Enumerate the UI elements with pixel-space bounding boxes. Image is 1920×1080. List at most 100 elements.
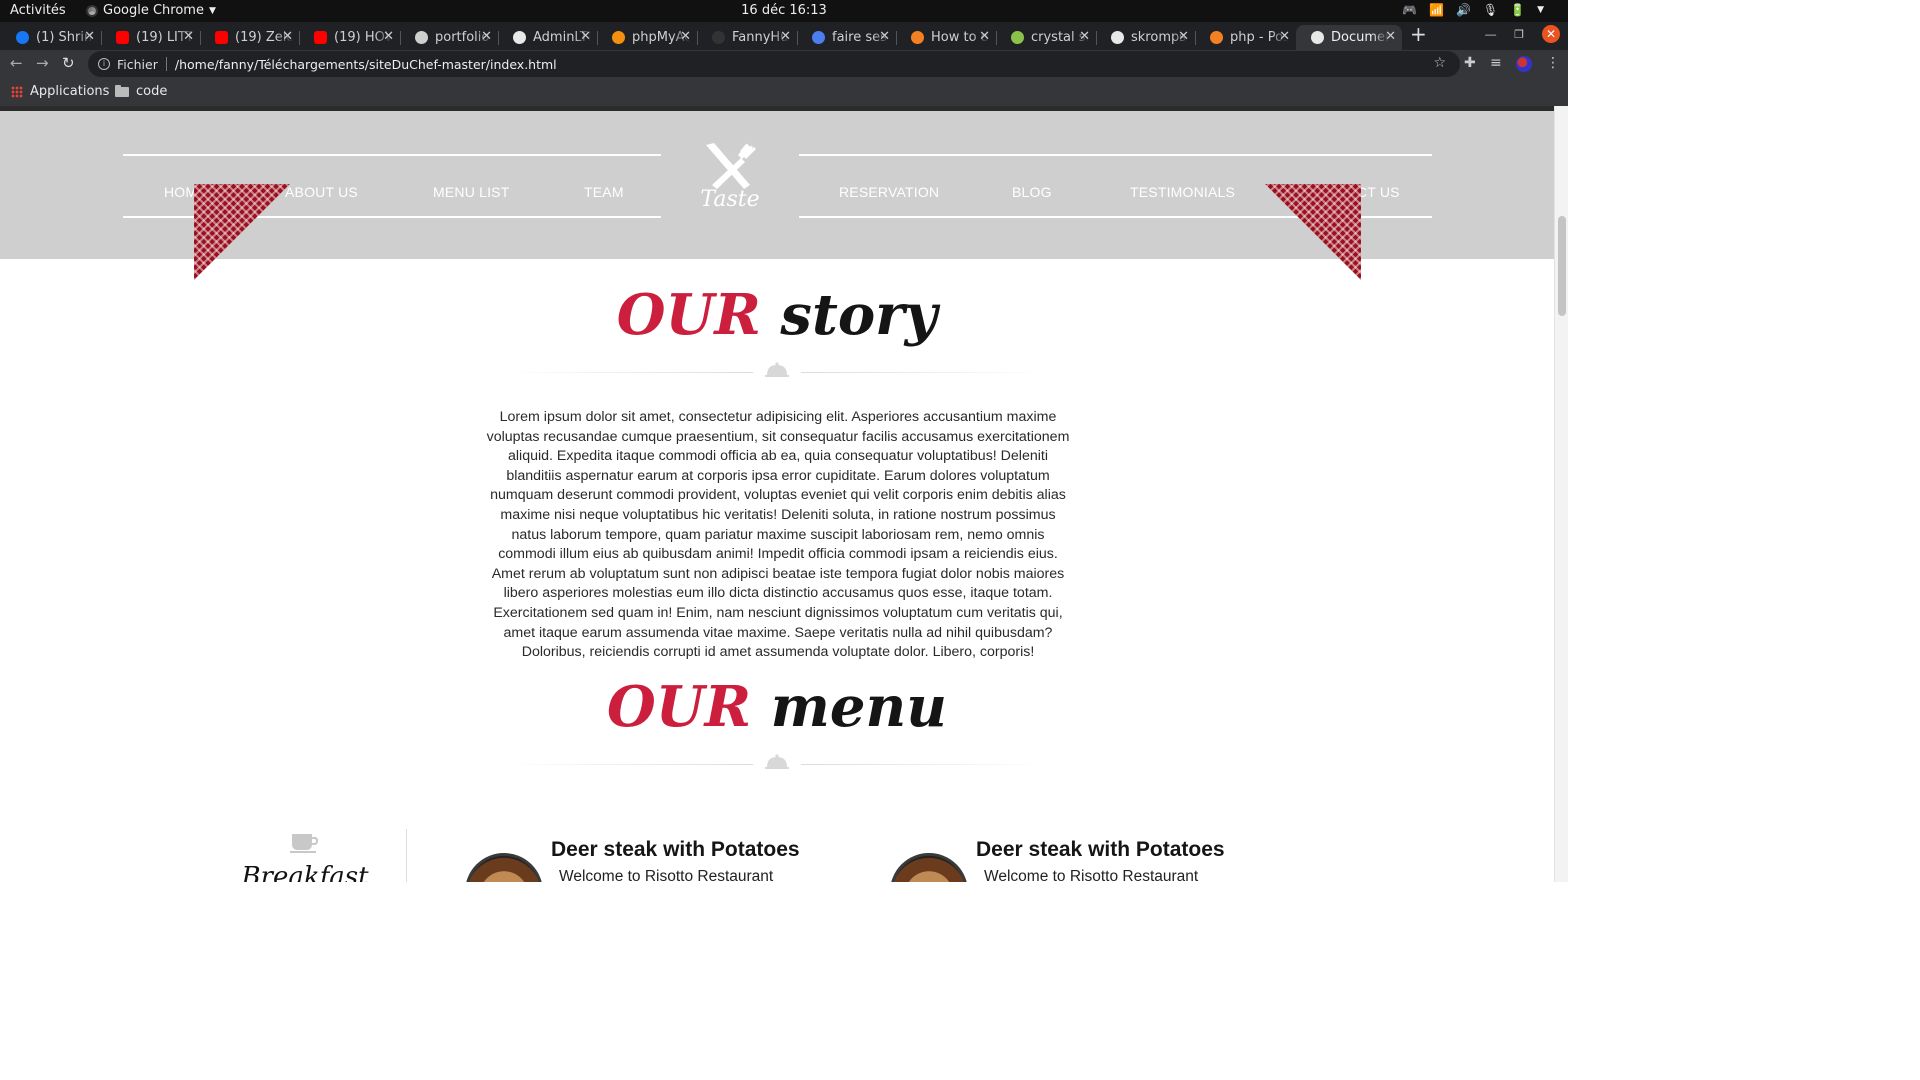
folder-icon — [115, 84, 129, 97]
bookmark-code[interactable]: code — [115, 84, 167, 99]
system-tray[interactable]: 🎮 📶 🔊 🎙 🔋 ▼ — [1402, 3, 1544, 17]
tab-close-icon[interactable]: ✕ — [580, 29, 591, 44]
tab[interactable]: php - Post✕ — [1195, 25, 1296, 50]
menu-divider — [503, 754, 1051, 774]
tab[interactable]: (19) HOW ✕ — [299, 25, 401, 50]
bookmark-label: code — [136, 84, 168, 99]
window-controls: ― ❐ ✕ — [1485, 25, 1560, 43]
star-icon[interactable]: ☆ — [1433, 55, 1446, 71]
tab[interactable]: skromps ✕ — [1096, 25, 1196, 50]
scrollbar-thumb[interactable] — [1558, 216, 1566, 316]
volume-icon[interactable]: 🔊 — [1456, 3, 1471, 17]
tab-favicon-icon — [1011, 31, 1024, 44]
nav-team[interactable]: TEAM — [584, 184, 624, 200]
menu-category-breakfast[interactable]: Breakfast — [230, 832, 380, 882]
clock[interactable]: 16 déc 16:13 — [0, 3, 1568, 18]
cloche-icon — [765, 754, 789, 769]
tab-favicon-icon — [116, 31, 129, 44]
tab-close-icon[interactable]: ✕ — [1279, 29, 1290, 44]
tab-close-icon[interactable]: ✕ — [780, 29, 791, 44]
tab-close-icon[interactable]: ✕ — [1178, 29, 1189, 44]
divider — [165, 57, 167, 71]
nav-about-us[interactable]: ABOUT US — [285, 184, 358, 200]
nav-line — [799, 154, 1432, 156]
menu-divider-line — [406, 829, 407, 882]
story-heading-accent: OUR — [616, 282, 761, 348]
microphone-icon[interactable]: 🎙 — [1483, 3, 1498, 17]
menu-heading-accent: OUR — [607, 674, 752, 740]
page-viewport: HOME ABOUT US MENU LIST TEAM RESERVATION… — [0, 106, 1568, 882]
tab-close-icon[interactable]: ✕ — [680, 29, 691, 44]
browser-toolbar: ← → ↻ i Fichier /home/fanny/Téléchargeme… — [0, 50, 1568, 78]
dropdown-icon[interactable]: ▼ — [1537, 5, 1544, 15]
story-paragraph: Lorem ipsum dolor sit amet, consectetur … — [486, 409, 1070, 661]
tab-close-icon[interactable]: ✕ — [979, 29, 990, 44]
tab-close-icon[interactable]: ✕ — [1385, 29, 1396, 44]
apps-grid-icon — [11, 85, 23, 98]
tab-favicon-icon — [612, 31, 625, 44]
cloche-icon — [765, 362, 789, 377]
dish-image — [890, 853, 968, 882]
system-top-bar: Activités Google Chrome ▼ 16 déc 16:13 🎮… — [0, 0, 1568, 22]
tab[interactable]: (19) LITTLE✕ — [101, 25, 201, 50]
forward-icon[interactable]: → — [36, 54, 49, 72]
dish-description: Welcome to Risotto Restaurant — [984, 868, 1199, 882]
tab-favicon-icon — [1311, 31, 1324, 44]
tab-favicon-icon — [314, 31, 327, 44]
tab-close-icon[interactable]: ✕ — [481, 29, 492, 44]
logo-text: Taste — [700, 187, 760, 212]
minimize-button[interactable]: ― — [1485, 28, 1496, 41]
reload-icon[interactable]: ↻ — [62, 54, 75, 72]
nav-reservation[interactable]: RESERVATION — [839, 184, 939, 200]
dish-name: Deer steak with Potatoes — [551, 838, 800, 861]
tab-strip: (1) Shrimp✕(19) LITTLE✕(19) Zelda✕(19) H… — [0, 22, 1568, 50]
back-icon[interactable]: ← — [10, 54, 23, 72]
discord-icon[interactable]: 🎮 — [1402, 3, 1417, 17]
tab-close-icon[interactable]: ✕ — [879, 29, 890, 44]
tab-close-icon[interactable]: ✕ — [84, 29, 95, 44]
story-heading: OUR story — [0, 282, 1554, 348]
menu-heading: OUR menu — [0, 674, 1554, 740]
close-window-button[interactable]: ✕ — [1542, 25, 1560, 43]
wifi-icon[interactable]: 📶 — [1429, 3, 1444, 17]
extensions-icon[interactable]: ✚ — [1464, 55, 1476, 71]
page-scrollbar[interactable] — [1554, 106, 1568, 882]
tab-active[interactable]: Document✕ — [1296, 25, 1402, 50]
bookmark-applications[interactable]: Applications — [11, 84, 109, 99]
tab[interactable]: How to do✕ — [896, 25, 997, 50]
story-heading-word: story — [780, 282, 938, 348]
tab-favicon-icon — [16, 31, 29, 44]
tab-close-icon[interactable]: ✕ — [183, 29, 194, 44]
site-logo[interactable]: Taste — [700, 141, 760, 221]
tab[interactable]: (19) Zelda✕ — [200, 25, 300, 50]
maximize-button[interactable]: ❐ — [1514, 28, 1524, 41]
fork-knife-icon — [706, 143, 756, 189]
tab[interactable]: portfolio ✕ — [400, 25, 499, 50]
profile-avatar[interactable] — [1516, 56, 1532, 72]
url-text[interactable]: /home/fanny/Téléchargements/siteDuChef-m… — [175, 57, 557, 72]
battery-icon[interactable]: 🔋 — [1510, 3, 1525, 17]
address-bar[interactable]: i Fichier /home/fanny/Téléchargements/si… — [88, 51, 1460, 77]
tab-close-icon[interactable]: ✕ — [1079, 29, 1090, 44]
nav-blog[interactable]: BLOG — [1012, 184, 1052, 200]
tab-favicon-icon — [415, 31, 428, 44]
bookmark-label: Applications — [30, 84, 110, 99]
nav-menu-list[interactable]: MENU LIST — [433, 184, 509, 200]
tab[interactable]: (1) Shrimp✕ — [1, 25, 102, 50]
coffee-cup-icon — [290, 834, 318, 853]
tab[interactable]: faire ses ✕ — [797, 25, 897, 50]
media-queue-icon[interactable]: ≡ — [1490, 55, 1502, 71]
new-tab-button[interactable]: + — [1410, 24, 1427, 44]
menu-icon[interactable]: ⋮ — [1546, 55, 1560, 71]
tab-close-icon[interactable]: ✕ — [383, 29, 394, 44]
dish-description: Welcome to Risotto Restaurant — [559, 868, 774, 882]
nav-testimonials[interactable]: TESTIMONIALS — [1130, 184, 1235, 200]
tab-favicon-icon — [1210, 31, 1223, 44]
tab[interactable]: AdminLTE ✕ — [498, 25, 598, 50]
tab[interactable]: phpMyAdmin✕ — [597, 25, 698, 50]
menu-category-label: Breakfast — [241, 862, 369, 882]
tab[interactable]: crystal st ✕ — [996, 25, 1097, 50]
tab[interactable]: FannyHu ✕ — [697, 25, 798, 50]
tab-close-icon[interactable]: ✕ — [282, 29, 293, 44]
info-icon[interactable]: i — [98, 58, 110, 70]
